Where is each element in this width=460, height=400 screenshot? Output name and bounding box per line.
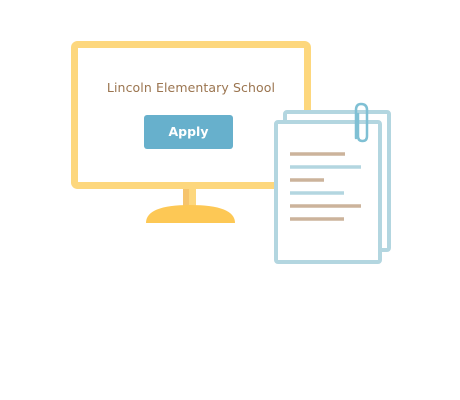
monitor-stand-neck-shade bbox=[189, 189, 196, 207]
apply-button[interactable]: Apply bbox=[144, 115, 233, 149]
application-illustration: Lincoln Elementary School Apply bbox=[0, 0, 460, 400]
school-name-label: Lincoln Elementary School bbox=[106, 80, 276, 95]
monitor-stand-base bbox=[146, 205, 235, 223]
monitor-screen-content: Lincoln Elementary School Apply bbox=[71, 41, 311, 189]
